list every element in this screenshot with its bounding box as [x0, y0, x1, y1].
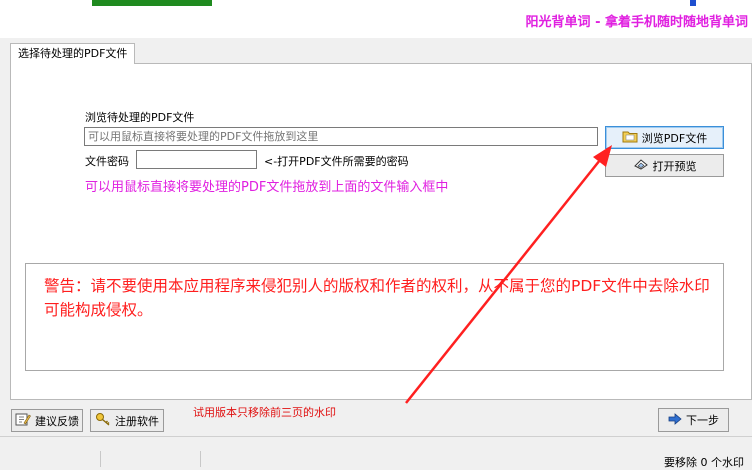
feedback-button[interactable]: 建议反馈: [11, 409, 83, 432]
feedback-icon: [15, 412, 31, 429]
password-field[interactable]: [136, 150, 257, 169]
status-bar: [0, 436, 752, 468]
open-preview-button-label: 打开预览: [652, 159, 697, 173]
register-button[interactable]: 注册软件: [90, 409, 164, 432]
folder-icon: [622, 129, 638, 146]
drag-drop-hint: 可以用鼠标直接将要处理的PDF文件拖放到上面的文件输入框中: [85, 180, 449, 195]
key-icon: [95, 412, 111, 429]
tab-select-pdf[interactable]: 选择待处理的PDF文件: [10, 43, 136, 64]
browse-pdf-button[interactable]: 浏览PDF文件: [605, 126, 724, 149]
password-hint: <-打开PDF文件所需要的密码: [264, 155, 409, 168]
watermark-count-status: 要移除 0 个水印: [664, 456, 744, 469]
trial-notice: 试用版本只移除前三页的水印: [193, 406, 336, 419]
next-step-button[interactable]: 下一步: [658, 408, 729, 432]
status-divider: [100, 451, 101, 467]
open-preview-button[interactable]: 打开预览: [605, 154, 724, 177]
title-area: 阳光背单词 - 拿着手机随时随地背单词: [0, 0, 752, 38]
register-button-label: 注册软件: [115, 414, 159, 428]
browse-pdf-button-label: 浏览PDF文件: [641, 131, 708, 145]
app-title-fragment: [92, 0, 212, 6]
status-divider: [200, 451, 201, 467]
app-title-fragment-2: [690, 0, 696, 6]
promo-slogan[interactable]: 阳光背单词 - 拿着手机随时随地背单词: [526, 11, 748, 30]
pdf-file-input[interactable]: [84, 127, 598, 146]
feedback-button-label: 建议反馈: [35, 414, 79, 428]
preview-icon: [633, 157, 649, 174]
warning-box: 警告：请不要使用本应用程序来侵犯别人的版权和作者的权利，从不属于您的PDF文件中…: [25, 263, 724, 371]
arrow-right-icon: [668, 412, 682, 429]
browse-label: 浏览待处理的PDF文件: [85, 111, 195, 124]
next-step-button-label: 下一步: [686, 414, 719, 427]
copyright-warning: 警告：请不要使用本应用程序来侵犯别人的版权和作者的权利，从不属于您的PDF文件中…: [44, 277, 710, 319]
password-label: 文件密码: [85, 155, 129, 168]
